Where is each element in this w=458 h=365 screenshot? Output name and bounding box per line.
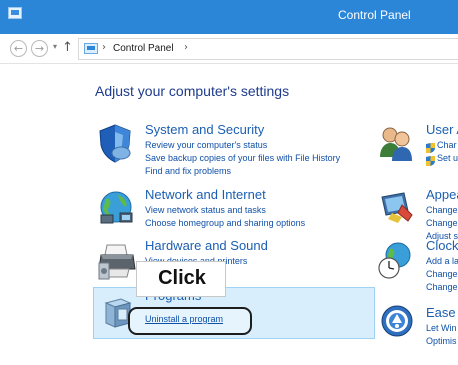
appearance-title[interactable]: Appea xyxy=(426,187,458,202)
users-icon[interactable] xyxy=(378,123,414,163)
uac-shield-icon xyxy=(426,140,435,153)
page-title: Adjust your computer's settings xyxy=(95,83,290,99)
review-status-link[interactable]: Review your computer's status xyxy=(145,140,267,150)
shield-icon[interactable] xyxy=(97,123,133,163)
appearance-link-1[interactable]: Change xyxy=(426,205,458,215)
hardware-and-sound-title[interactable]: Hardware and Sound xyxy=(145,238,268,253)
title-bar[interactable]: Control Panel xyxy=(0,0,458,34)
user-accounts-title[interactable]: User A xyxy=(426,122,458,137)
globe-network-icon[interactable] xyxy=(96,189,136,227)
clock-link-3[interactable]: Change xyxy=(426,282,458,292)
set-up-link[interactable]: Set u xyxy=(437,153,458,163)
ease-link-2[interactable]: Optimis xyxy=(426,336,457,346)
ease-of-access-icon[interactable] xyxy=(380,303,414,339)
recent-locations-chevron-icon[interactable]: ▾ xyxy=(53,42,57,51)
breadcrumb-separator-icon[interactable]: › xyxy=(184,42,188,53)
address-bar: ← → ▾ ↑ › Control Panel › xyxy=(0,34,458,64)
window-title: Control Panel xyxy=(338,8,411,22)
back-arrow-icon[interactable]: ← xyxy=(10,40,27,57)
clock-link-2[interactable]: Change xyxy=(426,269,458,279)
control-panel-content: Adjust your computer's settings System a… xyxy=(0,65,458,365)
ease-link-1[interactable]: Let Win xyxy=(426,323,457,333)
breadcrumb-control-panel[interactable]: Control Panel xyxy=(113,43,174,54)
ease-of-access-title[interactable]: Ease c xyxy=(426,305,458,320)
network-and-internet-title[interactable]: Network and Internet xyxy=(145,187,266,202)
printer-icon[interactable] xyxy=(97,241,137,281)
appearance-link-2[interactable]: Change xyxy=(426,218,458,228)
breadcrumb-separator-icon[interactable]: › xyxy=(102,42,106,53)
find-fix-problems-link[interactable]: Find and fix problems xyxy=(145,166,231,176)
file-history-link[interactable]: Save backup copies of your files with Fi… xyxy=(145,153,340,163)
address-field[interactable]: › Control Panel › xyxy=(78,38,458,60)
uninstall-program-link[interactable]: Uninstall a program xyxy=(145,314,223,324)
change-account-link[interactable]: Char xyxy=(437,140,457,150)
click-callout-text: Click xyxy=(158,267,206,289)
control-panel-icon[interactable] xyxy=(8,7,22,19)
clock-globe-icon[interactable] xyxy=(378,241,414,281)
up-arrow-icon[interactable]: ↑ xyxy=(62,40,73,55)
homegroup-link[interactable]: Choose homegroup and sharing options xyxy=(145,218,305,228)
appearance-icon[interactable] xyxy=(378,187,414,227)
system-and-security-title[interactable]: System and Security xyxy=(145,122,264,137)
network-status-link[interactable]: View network status and tasks xyxy=(145,205,266,215)
forward-arrow-icon[interactable]: → xyxy=(31,40,48,57)
uac-shield-icon xyxy=(426,153,435,166)
clock-link-1[interactable]: Add a la xyxy=(426,256,458,266)
control-panel-icon xyxy=(84,43,98,54)
clock-region-title[interactable]: Clock, xyxy=(426,238,458,253)
click-callout: Click xyxy=(136,261,226,297)
